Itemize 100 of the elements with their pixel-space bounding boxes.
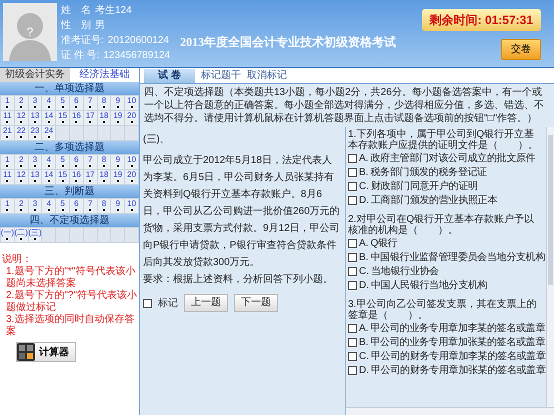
option-checkbox[interactable] xyxy=(348,266,357,276)
paper-tab[interactable]: 试 卷 xyxy=(144,69,195,83)
question-number[interactable]: 8 xyxy=(98,199,110,213)
paper-tab[interactable]: 标记题干 xyxy=(200,69,241,83)
question-text: 2.对甲公司在Q银行开立基本存款账户予以核准的机构是（ ）。 xyxy=(348,214,536,236)
question-number[interactable]: (三) xyxy=(28,228,42,242)
paper-tab[interactable]: 取消标记 xyxy=(246,69,287,83)
option-checkbox[interactable] xyxy=(348,352,357,360)
question-number[interactable]: 14 xyxy=(42,170,56,184)
question-number[interactable]: 14 xyxy=(42,111,56,125)
field-value: 男 xyxy=(95,19,105,33)
horizontal-scrollbar[interactable] xyxy=(346,407,554,415)
option-text: 甲公司的财务专用章加李某的签名或盖章 xyxy=(371,350,546,364)
nav-button[interactable]: 下一题 xyxy=(234,294,278,312)
question-number[interactable]: 2 xyxy=(14,96,28,110)
question-number[interactable]: 6 xyxy=(70,199,83,213)
question-number[interactable]: 13 xyxy=(28,111,42,125)
question-number[interactable]: 3 xyxy=(28,199,42,213)
nav-button[interactable]: 上一题 xyxy=(184,294,228,312)
question-number[interactable]: 15 xyxy=(56,170,69,184)
question-number[interactable]: 23 xyxy=(28,126,42,140)
question-number[interactable]: 12 xyxy=(14,170,28,184)
option-checkbox[interactable] xyxy=(348,238,357,248)
option-text: 工商部门颁发的营业执照正本 xyxy=(371,194,498,208)
question-number[interactable]: 9 xyxy=(111,199,124,213)
question-number[interactable]: 10 xyxy=(125,199,138,213)
question-number[interactable]: 2 xyxy=(14,155,28,169)
question-number[interactable]: 20 xyxy=(125,111,138,125)
vertical-scrollbar[interactable] xyxy=(546,127,554,407)
field-value: 考生124 xyxy=(95,4,132,18)
question-number[interactable]: 19 xyxy=(111,111,124,125)
option-checkbox[interactable] xyxy=(348,182,357,190)
question-number[interactable]: 13 xyxy=(28,170,42,184)
question-number[interactable]: 1 xyxy=(1,96,14,110)
question-number[interactable]: 19 xyxy=(111,170,124,184)
option-checkbox[interactable] xyxy=(348,338,357,346)
question-number[interactable]: 4 xyxy=(42,199,56,213)
question-number[interactable]: 24 xyxy=(42,126,56,140)
question-number[interactable]: 8 xyxy=(98,96,110,110)
question-number[interactable]: 20 xyxy=(125,170,138,184)
question-number[interactable]: 6 xyxy=(70,155,83,169)
question-number[interactable]: 8 xyxy=(98,155,110,169)
question-number[interactable]: 3 xyxy=(28,96,42,110)
question-number[interactable]: 9 xyxy=(111,155,124,169)
field-value: 123456789124 xyxy=(103,49,170,63)
option-checkbox[interactable] xyxy=(348,280,357,290)
option-checkbox[interactable] xyxy=(348,366,357,374)
field-label: 准考证号: xyxy=(61,34,104,48)
option-checkbox[interactable] xyxy=(348,168,357,176)
empty-grid-cell xyxy=(111,228,124,242)
question-number[interactable]: 7 xyxy=(84,96,97,110)
subject-tab[interactable]: 初级会计实务 xyxy=(0,68,70,82)
question-number[interactable]: 11 xyxy=(1,170,14,184)
question-number[interactable]: 22 xyxy=(14,126,28,140)
option-checkbox[interactable] xyxy=(348,154,357,162)
question-number[interactable]: 5 xyxy=(56,96,69,110)
question-number[interactable]: 17 xyxy=(84,111,97,125)
question-number[interactable]: 2 xyxy=(14,199,28,213)
section-header: 三、判断题 xyxy=(0,185,139,198)
question-number[interactable]: 1 xyxy=(1,155,14,169)
option-checkbox[interactable] xyxy=(348,196,357,204)
case-requirement: 要求：根据上述资料，分析回答下列小题。 xyxy=(143,272,334,287)
question-number[interactable]: 4 xyxy=(42,96,56,110)
question-number[interactable]: 6 xyxy=(70,96,83,110)
option-letter: D. xyxy=(359,278,369,292)
question-number[interactable]: 1 xyxy=(1,199,14,213)
submit-button[interactable]: 交卷 xyxy=(501,39,541,60)
option-checkbox[interactable] xyxy=(348,324,357,332)
empty-grid-cell xyxy=(98,228,110,242)
question-number[interactable]: 17 xyxy=(84,170,97,184)
question-number[interactable]: 7 xyxy=(84,199,97,213)
question-number[interactable]: 12 xyxy=(14,111,28,125)
question-number[interactable]: (二) xyxy=(14,228,28,242)
option-text: 中国银行业监督管理委员会当地分支机构 xyxy=(370,250,546,264)
option-letter: B. xyxy=(359,336,368,350)
mark-checkbox[interactable] xyxy=(143,298,152,308)
question-number[interactable]: 7 xyxy=(84,155,97,169)
question-number[interactable]: 3 xyxy=(28,155,42,169)
option-text: 甲公司的业务专用章加张某的签名或盖章 xyxy=(370,336,546,350)
case-number: (三)、 xyxy=(143,133,171,147)
question-number[interactable]: 18 xyxy=(98,170,110,184)
question-number[interactable]: 5 xyxy=(56,199,69,213)
question-number[interactable]: 15 xyxy=(56,111,69,125)
question-number[interactable]: (一) xyxy=(1,228,14,242)
question-number[interactable]: 18 xyxy=(98,111,110,125)
question-number[interactable]: 10 xyxy=(125,96,138,110)
exam-title: 2013年度全国会计专业技术初级资格考试 xyxy=(180,34,396,51)
question-number[interactable]: 11 xyxy=(1,111,14,125)
note-line: 1.题号下方的"*"符号代表该小题尚未选择答案 xyxy=(5,266,136,290)
question-number[interactable]: 21 xyxy=(1,126,14,140)
option-checkbox[interactable] xyxy=(348,252,357,262)
calculator-button[interactable]: 计算器 xyxy=(16,342,76,362)
question-number[interactable]: 16 xyxy=(70,111,83,125)
option-letter: C. xyxy=(359,264,369,278)
question-number[interactable]: 5 xyxy=(56,155,69,169)
question-number[interactable]: 10 xyxy=(125,155,138,169)
question-number[interactable]: 9 xyxy=(111,96,124,110)
question-number[interactable]: 16 xyxy=(70,170,83,184)
question-number[interactable]: 4 xyxy=(42,155,56,169)
option-letter: C. xyxy=(359,180,369,194)
